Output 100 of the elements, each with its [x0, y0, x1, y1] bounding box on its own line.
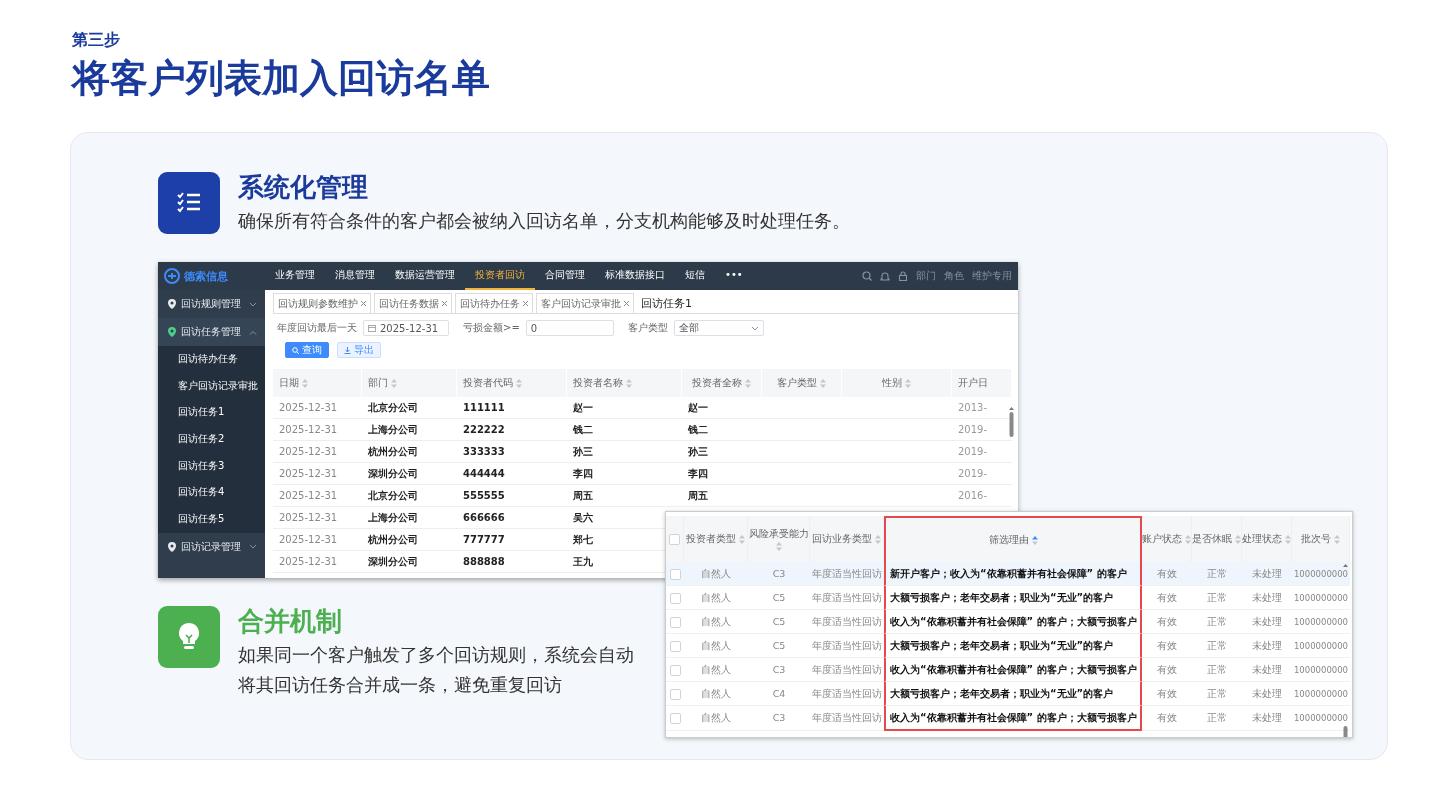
search-icon [292, 346, 299, 354]
location-pin-icon [168, 299, 176, 309]
nav-item[interactable]: 消息管理 [325, 262, 385, 290]
table-cell: 未处理 [1252, 567, 1282, 579]
checkbox[interactable] [669, 568, 681, 580]
table-cell: 周五 [688, 489, 708, 501]
sidebar-menu-item[interactable]: 回访规则管理 [158, 290, 265, 318]
table-row[interactable]: 自然人 C5 年度适当性回访 大额亏损客户；老年交易者；职业为“无业”的客户 有效 正常 未处理 1000000000 [666, 634, 1350, 658]
table-cell: 深圳分公司 [368, 467, 418, 479]
checkbox[interactable] [669, 592, 681, 604]
column-header: 投资者类型 [686, 533, 736, 545]
column-header: 性别 [882, 376, 902, 390]
step-label: 第三步 [72, 30, 121, 50]
table-row[interactable]: 自然人 C5 年度适当性回访 大额亏损客户；老年交易者；职业为“无业”的客户 有效 正常 未处理 1000000000 [666, 586, 1350, 610]
checkbox[interactable] [669, 713, 681, 724]
search-icon [862, 271, 872, 281]
column-header: 客户类型 [777, 376, 817, 390]
date-field[interactable]: 2025-12-31 [363, 320, 449, 336]
header-link[interactable]: 维护专用 [972, 269, 1012, 283]
table-cell: 赵一 [688, 401, 708, 413]
table-cell: 2025-12-31 [279, 445, 338, 457]
table-row[interactable]: 自然人 C5 年度适当性回访 收入为“依靠积蓄并有社会保障” 的客户；大额亏损客户 有效 正常 未处理 1000000000 [666, 610, 1350, 634]
table-cell: 2025-12-31 [279, 401, 338, 413]
table-cell: 正常 [1207, 687, 1227, 699]
column-header: 部门 [368, 376, 388, 390]
table-cell: 1000000000 [1293, 713, 1349, 723]
table-cell: 2025-12-31 [279, 511, 338, 523]
nav-item[interactable]: 标准数据接口 [595, 262, 675, 290]
checkbox[interactable] [669, 664, 681, 676]
nav-item[interactable]: 数据运营管理 [385, 262, 465, 290]
feature-title: 合并机制 [238, 605, 343, 638]
table-cell: 年度适当性回访 [812, 567, 882, 579]
table-cell: 自然人 [701, 567, 731, 579]
table-cell: 北京分公司 [368, 401, 418, 413]
table-cell: 大额亏损客户；老年交易者；职业为“无业”的客户 [890, 639, 1114, 651]
checkbox[interactable] [669, 533, 680, 545]
nav-item[interactable]: 短信 [675, 262, 715, 290]
nav-item[interactable]: 业务管理 [265, 262, 325, 290]
submenu-item[interactable]: 回访任务5 [158, 506, 265, 533]
tab[interactable]: 回访任务数据 [374, 293, 452, 313]
tab[interactable]: 回访规则参数维护 [273, 293, 371, 313]
table-row[interactable]: 自然人 C3 年度适当性回访 收入为“依靠积蓄并有社会保障” 的客户；大额亏损客户 有效 正常 未处理 1000000000 [666, 706, 1350, 731]
table-cell: 赵一 [573, 401, 593, 413]
table-cell: 777777 [463, 533, 505, 545]
checkbox[interactable] [669, 640, 681, 652]
table-cell: 收入为“依靠积蓄并有社会保障” 的客户；大额亏损客户 [890, 615, 1137, 627]
table-cell: 未处理 [1252, 687, 1282, 699]
column-header: 投资者代码 [463, 376, 513, 390]
table-row[interactable]: 自然人 C4 年度适当性回访 大额亏损客户；老年交易者；职业为“无业”的客户 有效 正常 未处理 1000000000 [666, 682, 1350, 706]
submenu-item[interactable]: 回访待办任务 [158, 346, 265, 373]
table-cell: C3 [772, 663, 786, 675]
table-cell: 有效 [1157, 591, 1177, 603]
nav-item[interactable]: ••• [715, 262, 753, 290]
table-cell: 自然人 [701, 615, 731, 627]
submenu-item[interactable]: 回访任务1 [158, 399, 265, 427]
table-cell: 2025-12-31 [279, 555, 338, 567]
table-cell: 有效 [1157, 567, 1177, 579]
table-cell: 1000000000 [1293, 688, 1349, 699]
sidebar-menu-item[interactable]: 回访任务管理 [158, 318, 265, 346]
table-row[interactable]: 自然人 C3 年度适当性回访 新开户客户；收入为“依靠积蓄并有社会保障” 的客户 有效 正常 未处理 1000000000 [666, 562, 1350, 586]
nav-item[interactable]: 投资者回访 [465, 262, 535, 290]
feature-title: 系统化管理 [238, 171, 369, 204]
calendar-icon [368, 324, 376, 332]
sort-icon [745, 378, 751, 388]
table-cell: 1000000000 [1293, 568, 1349, 579]
tab-label: 回访任务数据 [379, 296, 439, 311]
header-link[interactable]: 部门 [916, 269, 936, 283]
input-field[interactable]: 0 [525, 320, 614, 336]
tab[interactable]: 回访待办任务 [455, 293, 533, 313]
table-cell: 李四 [573, 467, 593, 479]
submenu-item[interactable]: 回访任务3 [158, 452, 265, 480]
header-link[interactable]: 角色 [944, 269, 964, 283]
table-cell: 上海分公司 [368, 423, 418, 435]
tab-label: 客户回访记录审批 [541, 296, 621, 311]
sort-icon [626, 378, 632, 388]
checkbox[interactable] [669, 688, 681, 700]
table-cell: 正常 [1207, 712, 1227, 723]
table-cell: 吴六 [573, 511, 593, 523]
sort-icon [820, 378, 826, 388]
tab[interactable]: 客户回访记录审批 [536, 293, 634, 313]
dropdown[interactable]: 全部 [673, 320, 764, 336]
table-cell: 自然人 [701, 663, 731, 675]
submenu-item[interactable]: 回访任务2 [158, 426, 265, 453]
sort-icon [516, 378, 522, 388]
table-cell: 孙三 [573, 445, 593, 457]
table-row[interactable]: 自然人 C3 年度适当性回访 收入为“依靠积蓄并有社会保障” 的客户；大额亏损客户 有效 正常 未处理 1000000000 [666, 658, 1350, 682]
column-header: 处理状态 [1242, 533, 1282, 545]
nav-item[interactable]: 合同管理 [535, 262, 595, 290]
sort-icon [905, 378, 911, 388]
column-header: 开户日 [958, 376, 988, 390]
table-cell: 2025-12-31 [279, 489, 338, 501]
feature-description: 如果同一个客户触发了多个回访规则，系统会自动将其回访任务合并成一条，避免重复回访 [238, 644, 635, 697]
table-cell: 周五 [573, 489, 593, 501]
submenu-item[interactable]: 回访任务4 [158, 479, 265, 507]
table-cell: 大额亏损客户；老年交易者；职业为“无业”的客户 [890, 591, 1114, 603]
close-icon [442, 301, 447, 306]
submenu-item[interactable]: 客户回访记录审批 [158, 372, 265, 400]
sidebar-menu-item[interactable]: 回访记录管理 [158, 532, 265, 561]
checkbox[interactable] [669, 616, 681, 628]
column-header: 批次号 [1301, 533, 1331, 545]
